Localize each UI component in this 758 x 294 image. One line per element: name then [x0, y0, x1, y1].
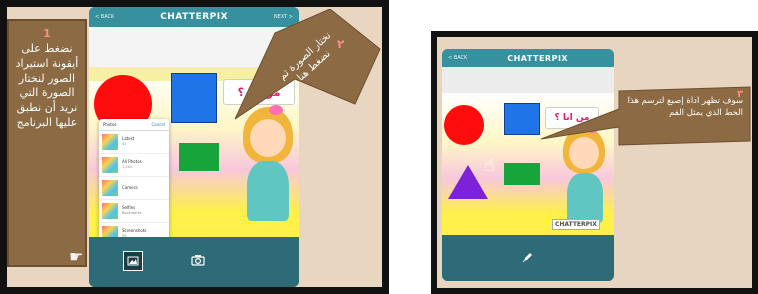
- album-label: Selfies: [122, 205, 136, 211]
- instruction-note-left: 1 نضغط على أيقونة استيراد الصور لنختار ا…: [7, 19, 87, 267]
- left-bottom-toolbar: [89, 237, 299, 287]
- green-rectangle-shape: [179, 143, 219, 171]
- right-app-header: < BACK CHATTERPIX: [442, 49, 614, 67]
- back-button[interactable]: < BACK: [448, 55, 467, 61]
- album-thumbnail: [102, 134, 118, 150]
- right-bottom-toolbar: [442, 235, 614, 281]
- album-label: Camera: [122, 184, 138, 190]
- back-button[interactable]: < BACK: [95, 14, 114, 20]
- album-count: 41: [122, 141, 127, 146]
- blue-square-shape: [504, 103, 540, 135]
- album-count: Bookmarks: [122, 210, 142, 215]
- album-row[interactable]: Screenshots 59: [99, 223, 169, 237]
- album-label: Screenshots: [122, 228, 147, 234]
- album-thumbnail: [102, 226, 118, 237]
- chatterpix-logo-tag: CHATTERPIX: [552, 219, 600, 230]
- photos-popover[interactable]: Photos Cancel Latest 41 All Photos 1,254 C…: [99, 119, 169, 237]
- purple-triangle-shape: [448, 165, 488, 199]
- right-screenshot-frame: < BACK CHATTERPIX من انا ؟ ☝ CHATTERPIX …: [431, 31, 758, 294]
- cancel-button[interactable]: Cancel: [151, 122, 165, 127]
- popover-header: Photos Cancel: [99, 119, 169, 131]
- finger-draw-cursor-icon: ☝: [484, 155, 495, 176]
- album-label: Latest: [122, 136, 135, 142]
- album-row[interactable]: Latest 41: [99, 131, 169, 154]
- album-row[interactable]: All Photos 1,254: [99, 154, 169, 177]
- right-screenshot: < BACK CHATTERPIX من انا ؟ ☝ CHATTERPIX …: [437, 37, 752, 288]
- pointing-hand-icon: ☛: [69, 247, 84, 266]
- popover-title: Photos: [103, 122, 117, 127]
- app-title: CHATTERPIX: [160, 12, 229, 22]
- album-count: 1,254: [122, 164, 133, 169]
- left-screenshot-frame: < BACK CHATTERPIX NEXT > من انا ؟: [0, 0, 389, 294]
- album-row[interactable]: Camera: [99, 177, 169, 200]
- instruction-text: سوف تظهر اداة إصبع لترسم هذا الخط الذي ي…: [627, 96, 743, 119]
- app-title: CHATTERPIX: [507, 53, 569, 63]
- red-circle-shape: [444, 105, 484, 145]
- album-row[interactable]: Selfies Bookmarks: [99, 200, 169, 223]
- album-label: All Photos: [122, 159, 142, 165]
- album-thumbnail: [102, 203, 118, 219]
- step-number: 1: [43, 27, 51, 40]
- blue-square-shape: [171, 73, 217, 123]
- instruction-text: نضغط على أيقونة استيراد الصور لنختار الص…: [15, 41, 79, 130]
- album-thumbnail: [102, 180, 118, 196]
- pencil-icon[interactable]: [520, 249, 536, 265]
- left-screenshot: < BACK CHATTERPIX NEXT > من انا ؟: [7, 7, 382, 287]
- camera-icon[interactable]: [189, 251, 207, 269]
- green-rectangle-shape: [504, 163, 540, 185]
- album-thumbnail: [102, 157, 118, 173]
- import-photos-icon[interactable]: [123, 251, 143, 271]
